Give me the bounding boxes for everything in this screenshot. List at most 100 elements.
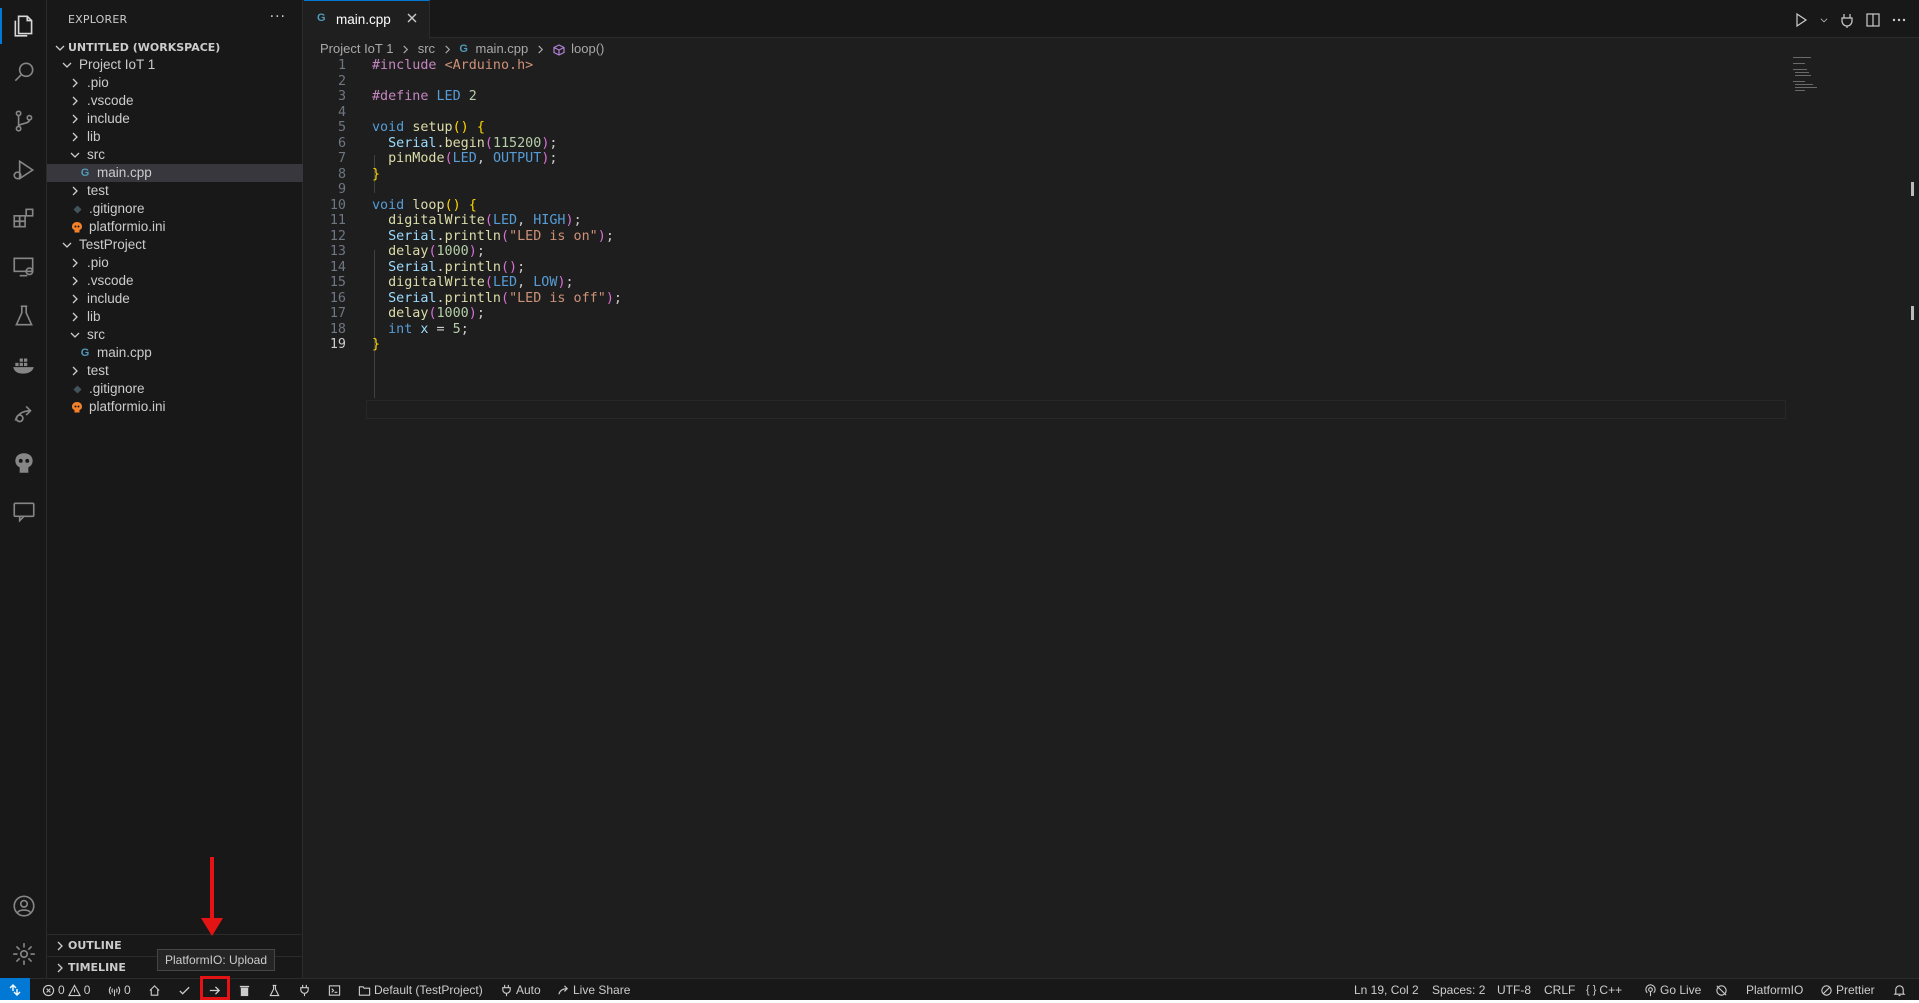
- ports-count: 0: [124, 983, 131, 997]
- eol-label: CRLF: [1544, 983, 1576, 997]
- platformio-build-button[interactable]: [178, 979, 191, 1000]
- port-switcher[interactable]: Auto: [500, 979, 541, 1000]
- timeline-label: TIMELINE: [68, 961, 126, 974]
- tree-item-label: .pio: [87, 75, 109, 90]
- go-live-button[interactable]: Go Live: [1644, 979, 1701, 1000]
- tree-item-label: .vscode: [87, 273, 134, 288]
- end-of-line[interactable]: CRLF: [1544, 979, 1575, 1000]
- accounts-icon[interactable]: [0, 884, 47, 928]
- tree-folder[interactable]: include: [47, 110, 303, 128]
- language-mode[interactable]: { } C++: [1586, 979, 1622, 1000]
- tree-folder[interactable]: Project IoT 1: [47, 56, 303, 74]
- remote-indicator-icon[interactable]: [0, 978, 30, 1000]
- tree-item-label: .vscode: [87, 93, 134, 108]
- tree-folder[interactable]: lib: [47, 128, 303, 146]
- platformio-home-button[interactable]: [148, 979, 161, 1000]
- platformio-test-button[interactable]: [268, 979, 281, 1000]
- prettier-status[interactable]: Prettier: [1820, 979, 1875, 1000]
- explorer-icon[interactable]: [0, 4, 47, 48]
- indentation[interactable]: Spaces: 2: [1432, 979, 1485, 1000]
- plug-icon: [502, 984, 511, 996]
- chat-icon[interactable]: [0, 490, 47, 534]
- close-icon[interactable]: [402, 8, 422, 28]
- tree-item-label: include: [87, 111, 130, 126]
- copilot-icon: [1716, 984, 1727, 996]
- tree-folder[interactable]: TestProject: [47, 236, 303, 254]
- tree-folder[interactable]: .vscode: [47, 272, 303, 290]
- remote-explorer-icon[interactable]: [0, 245, 47, 289]
- error-icon: [42, 984, 55, 996]
- tree-folder[interactable]: lib: [47, 308, 303, 326]
- tree-file[interactable]: .gitignore: [47, 380, 303, 398]
- source-control-icon[interactable]: [0, 99, 47, 143]
- chevron-down-icon[interactable]: [1819, 12, 1829, 28]
- problems-indicator[interactable]: 0 0: [42, 979, 90, 1000]
- tree-file[interactable]: platformio.ini: [47, 218, 303, 236]
- copilot-button[interactable]: [1715, 979, 1728, 1000]
- cursor-position[interactable]: Ln 19, Col 2: [1354, 979, 1419, 1000]
- docker-icon[interactable]: [0, 343, 47, 387]
- bell-icon: [1893, 984, 1906, 996]
- tree-folder[interactable]: test: [47, 182, 303, 200]
- chevron-down-icon: [59, 56, 75, 74]
- tree-folder[interactable]: .vscode: [47, 92, 303, 110]
- gitignore-file-icon: [69, 380, 85, 398]
- search-icon[interactable]: [0, 50, 47, 94]
- tree-folder[interactable]: .pio: [47, 254, 303, 272]
- tree-folder[interactable]: src: [47, 326, 303, 344]
- notifications-button[interactable]: [1893, 979, 1906, 1000]
- chevron-right-icon: [67, 92, 83, 110]
- tree-item-label: TestProject: [79, 237, 146, 252]
- platformio-plug-icon[interactable]: [1839, 12, 1855, 28]
- code-line: 19}: [304, 335, 1784, 354]
- platformio-terminal-button[interactable]: [328, 979, 341, 1000]
- platformio-clean-button[interactable]: [238, 979, 251, 1000]
- radio-tower-icon: [108, 985, 121, 996]
- annotation-highlight-box: [200, 976, 230, 1000]
- more-actions-icon[interactable]: ···: [270, 9, 286, 25]
- split-editor-icon[interactable]: [1865, 12, 1881, 28]
- run-debug-icon[interactable]: [0, 148, 47, 192]
- annotation-arrow-head: [201, 918, 223, 936]
- prettier-label: Prettier: [1836, 983, 1875, 997]
- current-line-highlight: [366, 400, 1786, 419]
- tree-file[interactable]: Gmain.cpp: [47, 164, 303, 182]
- more-actions-icon[interactable]: [1891, 12, 1907, 28]
- tree-folder[interactable]: test: [47, 362, 303, 380]
- minimap[interactable]: [1793, 55, 1835, 95]
- tree-folder[interactable]: src: [47, 146, 303, 164]
- settings-gear-icon[interactable]: [0, 932, 47, 976]
- go-live-label: Go Live: [1660, 983, 1702, 997]
- testing-icon[interactable]: [0, 294, 47, 338]
- ports-indicator[interactable]: 0: [108, 979, 131, 1000]
- tree-item-label: test: [87, 183, 109, 198]
- live-share-icon: [558, 984, 569, 994]
- chevron-right-icon: [67, 110, 83, 128]
- platformio-status[interactable]: PlatformIO: [1746, 979, 1803, 1000]
- platformio-monitor-button[interactable]: [298, 979, 311, 1000]
- tree-file[interactable]: .gitignore: [47, 200, 303, 218]
- trash-icon: [239, 985, 250, 996]
- tree-file[interactable]: platformio.ini: [47, 398, 303, 416]
- line-number: 19: [329, 337, 346, 352]
- extensions-icon[interactable]: [0, 196, 47, 240]
- encoding[interactable]: UTF-8: [1497, 979, 1531, 1000]
- tree-folder[interactable]: include: [47, 290, 303, 308]
- platformio-icon[interactable]: [0, 441, 47, 485]
- tree-item-label: platformio.ini: [89, 399, 166, 414]
- tree-file[interactable]: Gmain.cpp: [47, 344, 303, 362]
- tree-item-label: src: [87, 147, 105, 162]
- status-bar: 0 0 0 Default (TestProject) Auto Live Sh…: [0, 978, 1919, 1000]
- live-share-icon[interactable]: [0, 392, 47, 436]
- workspace-header[interactable]: UNTITLED (WORKSPACE): [47, 38, 303, 58]
- broadcast-icon: [1645, 983, 1656, 996]
- live-share-button[interactable]: Live Share: [557, 979, 630, 1000]
- run-icon[interactable]: [1793, 12, 1809, 28]
- folder-icon: [358, 985, 371, 996]
- tree-folder[interactable]: .pio: [47, 74, 303, 92]
- project-env-switcher[interactable]: Default (TestProject): [358, 979, 483, 1000]
- code-editor[interactable]: 1 #include <Arduino.h> 2 3 #define LED 2 4 5 vo…: [304, 58, 1786, 960]
- tab-main-cpp[interactable]: G main.cpp: [304, 0, 430, 39]
- indentation-label: Spaces: 2: [1432, 983, 1486, 997]
- workspace-label: UNTITLED (WORKSPACE): [68, 41, 221, 54]
